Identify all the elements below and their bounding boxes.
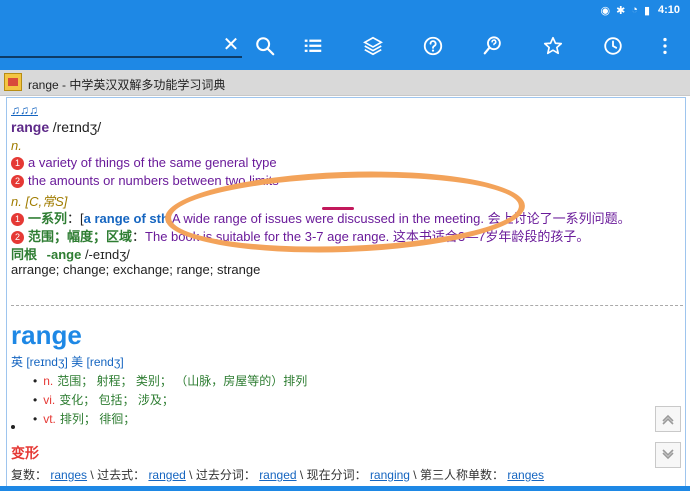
example-sentence: A wide range of issues were discussed in… <box>171 211 631 226</box>
form-link-present-participle[interactable]: ranging <box>370 468 410 482</box>
bullet-dot <box>11 425 15 429</box>
headword: range <box>11 119 50 135</box>
bluetooth-icon: ✱ <box>616 5 626 17</box>
app-toolbar: ✕ <box>0 22 690 70</box>
root-label: 同根 <box>11 247 38 262</box>
help-button[interactable] <box>419 32 447 60</box>
more-vertical-icon <box>663 37 667 55</box>
form-link-third-person[interactable]: ranges <box>507 468 544 482</box>
number-badge: 1 <box>11 157 24 170</box>
favorite-button[interactable] <box>539 32 567 60</box>
history-icon <box>604 37 622 55</box>
dictionary-entry: ♫♫♫ range /reɪndʒ/ n. 1 a variety of thin… <box>11 103 631 277</box>
clear-search-button[interactable]: ✕ <box>220 34 242 56</box>
form-link-plural[interactable]: ranges <box>50 468 87 482</box>
list-button[interactable] <box>299 32 327 60</box>
list-item: • n. 范围； 射程； 类别； （山脉，房屋等的）排列 <box>33 374 308 388</box>
search-icon <box>256 37 275 56</box>
word-forms-title: 变形 <box>11 445 39 461</box>
word-forms: 复数： ranges \ 过去式： ranged \ 过去分词： ranged … <box>11 468 545 482</box>
more-button[interactable] <box>651 32 679 60</box>
star-icon <box>543 36 563 55</box>
example-sentence: The book is suitable for the 3-7 age ran… <box>145 229 590 244</box>
pronunciation: /reɪndʒ/ <box>52 119 102 135</box>
scroll-up-button[interactable] <box>655 406 681 432</box>
explain-button[interactable] <box>479 32 507 60</box>
dictionary-header[interactable]: range - 中学英汉双解多功能学习词典 <box>0 70 690 96</box>
definition-1: a variety of things of the same general … <box>28 155 277 170</box>
root-pronunciation: /-eɪndʒ/ <box>84 247 130 262</box>
part-of-speech: n. <box>11 138 22 153</box>
help-icon <box>423 36 443 56</box>
list-item: • vt. 排列； 徘徊； <box>33 412 136 426</box>
word-title: range <box>11 320 82 350</box>
form-link-past-participle[interactable]: ranged <box>259 468 296 482</box>
divider <box>11 305 683 306</box>
sense-label: 范围；幅度；区域 <box>28 229 133 244</box>
chevron-up-icon <box>662 414 674 425</box>
layers-button[interactable] <box>359 32 387 60</box>
layers-icon <box>363 36 383 56</box>
status-icons: ◉ ✱ ◔ ▮ <box>600 4 650 17</box>
status-bar: ◉ ✱ ◔ ▮ 4:10 <box>0 0 690 22</box>
collocation: a range of sth <box>83 211 169 226</box>
number-badge: 2 <box>11 175 24 188</box>
eye-icon: ◉ <box>600 5 611 17</box>
related-words: arrange; change; exchange; range; strang… <box>11 262 261 277</box>
bottom-bar <box>0 486 690 491</box>
dictionary-title: range - 中学英汉双解多功能学习词典 <box>28 78 226 92</box>
definition-panel[interactable]: ♫♫♫ range /reɪndʒ/ n. 1 a variety of thin… <box>6 97 686 491</box>
chevron-down-icon <box>662 449 674 460</box>
scroll-down-button[interactable] <box>655 442 681 468</box>
search-button[interactable] <box>251 32 279 60</box>
definition-2: the amounts or numbers between two limit… <box>28 173 279 188</box>
phonetics: 英 [reɪndʒ] 美 [rendʒ] <box>11 355 124 369</box>
wifi-icon: ◔ <box>631 4 638 16</box>
form-link-past[interactable]: ranged <box>148 468 185 482</box>
status-time: 4:10 <box>657 4 680 16</box>
list-item: • vi. 变化； 包括； 涉及； <box>33 393 174 407</box>
list-icon <box>304 39 322 52</box>
battery-icon: ▮ <box>643 5 650 17</box>
sense-label: 一系列 <box>28 211 68 226</box>
close-icon: ✕ <box>222 34 240 56</box>
root-suffix: -ange <box>46 247 82 262</box>
number-badge: 2 <box>11 231 24 244</box>
number-badge: 1 <box>11 213 24 226</box>
dictionary-logo-icon <box>4 73 22 91</box>
question-search-icon <box>483 36 501 55</box>
part-of-speech: n. [C,常S] <box>11 194 68 209</box>
highlight-underline <box>322 207 354 210</box>
history-button[interactable] <box>599 32 627 60</box>
audio-link[interactable]: ♫♫♫ <box>11 103 38 117</box>
search-input[interactable] <box>0 56 242 58</box>
